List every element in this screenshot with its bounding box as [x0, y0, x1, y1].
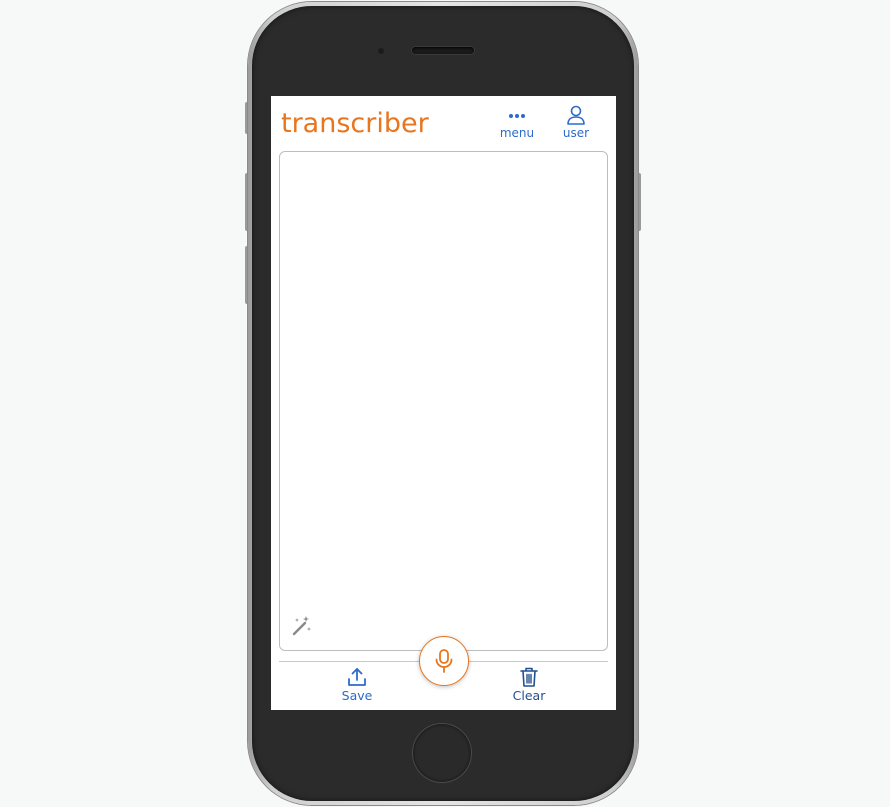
home-button[interactable] — [413, 724, 471, 782]
trash-icon — [499, 666, 559, 688]
menu-button[interactable]: menu — [492, 104, 542, 142]
user-label: user — [562, 126, 590, 140]
stage: transcriber menu user Save Clear — [0, 0, 890, 807]
record-button[interactable] — [419, 636, 469, 686]
magic-wand-button[interactable] — [290, 614, 314, 638]
menu-label: menu — [499, 126, 535, 140]
upload-icon — [327, 666, 387, 688]
front-camera — [377, 47, 385, 55]
magic-wand-icon — [292, 616, 311, 636]
app-title: transcriber — [281, 108, 429, 139]
clear-button[interactable]: Clear — [499, 666, 559, 706]
save-button[interactable]: Save — [327, 666, 387, 706]
user-button[interactable]: user — [551, 104, 601, 142]
user-icon — [551, 104, 601, 126]
save-label: Save — [341, 688, 373, 703]
earpiece-speaker — [412, 47, 474, 54]
more-horizontal-icon — [492, 104, 542, 126]
clear-label: Clear — [512, 688, 546, 703]
microphone-icon — [435, 649, 453, 673]
transcript-textarea[interactable] — [279, 151, 608, 651]
app-screen: transcriber menu user Save Clear — [271, 96, 616, 710]
